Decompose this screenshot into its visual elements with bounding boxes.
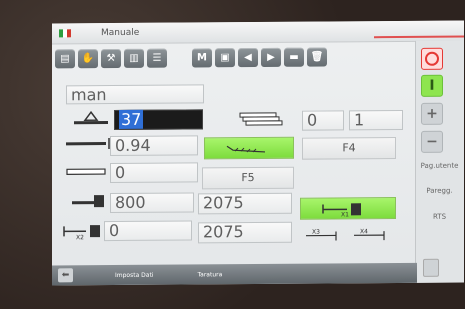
back-arrow-icon[interactable]: ⬅ [58,268,73,283]
hmi-screen: Manuale ▤ ✋ ⚒ ▥ ☰ M ▣ ◀ ▶ ▬ 🗑 man 37 0 1 [52,20,464,286]
stop-icon [425,51,439,66]
thickness-value: 0.94 [115,135,151,155]
punch-icon [74,110,108,125]
minus-icon[interactable]: ▬ [284,47,304,67]
f5-label: F5 [241,171,255,185]
bend-line-icon [226,145,266,153]
title-accent-line [374,35,464,39]
program-name-field[interactable]: man [66,84,204,105]
arrow-right-icon[interactable]: ▶ [261,47,281,67]
material-toggle-button[interactable] [204,136,294,160]
length-icon [66,168,106,175]
trash-icon[interactable]: 🗑 [307,47,327,67]
svg-text:X1: X1 [341,211,349,218]
minus-button[interactable]: − [421,130,443,153]
x3-label: X3 [312,229,320,236]
length-value: 0 [115,162,126,182]
hand-icon[interactable]: ✋ [78,49,98,69]
page-icon[interactable] [423,258,439,277]
title-bar: Manuale [52,20,464,45]
backgauge-position-field[interactable]: 2075 [198,192,292,215]
start-button[interactable]: I [421,74,443,97]
angle-value: 37 [119,109,144,129]
imposta-dati-tab[interactable]: Imposta Dati [115,271,153,278]
pag-utente-button[interactable]: Pag.utente [416,162,463,170]
backgauge-position-value: 2075 [203,193,244,213]
backgauge-field[interactable]: 800 [110,192,194,214]
parallel-toggle-button[interactable]: X1 [300,197,396,220]
x2-value: 0 [109,220,120,241]
f5-button[interactable]: F5 [202,166,294,190]
f4-label: F4 [342,141,356,155]
f4-button[interactable]: F4 [302,137,396,160]
x2-gauge-icon: X2 [63,225,100,240]
x4-label: X4 [360,228,368,235]
thickness-icon [66,138,110,150]
window-title: Manuale [101,27,140,39]
x2-position-field[interactable]: 2075 [198,221,292,244]
count-total-text: 1 [354,110,365,130]
length-field[interactable]: 0 [110,162,198,184]
document-icon[interactable]: ▤ [55,49,75,69]
backgauge-icon [72,195,104,208]
gauge-x1-icon: X1 [322,203,361,218]
program-name-text: man [71,85,107,105]
paregg-button[interactable]: Paregg. [416,187,463,195]
plus-button[interactable]: + [421,102,443,125]
x2-field[interactable]: 0 [104,220,192,242]
wrench-icon[interactable]: ⚒ [101,48,121,69]
piece-count-current[interactable]: 0 [302,110,344,131]
count-current-text: 0 [307,110,318,130]
toolbar: ▤ ✋ ⚒ ▥ ☰ M ▣ ◀ ▶ ▬ 🗑 [55,47,330,73]
chart-icon[interactable]: ▥ [124,48,144,68]
piece-count-total[interactable]: 1 [349,109,403,131]
arrow-left-icon[interactable]: ◀ [238,48,258,68]
italian-flag-icon [59,29,71,38]
save-icon[interactable]: ▣ [215,48,235,68]
svg-text:X2: X2 [76,234,84,240]
taratura-tab[interactable]: Taratura [197,271,222,278]
bottom-bar: ⬅ Imposta Dati Taratura [52,262,417,286]
x3-button[interactable]: X3 [302,225,346,243]
x2-position-value: 2075 [203,222,244,242]
thickness-field[interactable]: 0.94 [110,135,198,157]
angle-field[interactable]: 37 [114,109,203,131]
backgauge-value: 800 [115,192,146,212]
stop-button[interactable] [421,47,443,70]
rts-button[interactable]: RTS [416,213,463,221]
right-panel: I + − Pag.utente Paregg. RTS [415,40,464,283]
list-icon[interactable]: ☰ [147,48,167,68]
x4-button[interactable]: X4 [350,225,396,243]
sheet-stack-icon [239,112,283,126]
manual-m-button[interactable]: M [192,48,212,68]
